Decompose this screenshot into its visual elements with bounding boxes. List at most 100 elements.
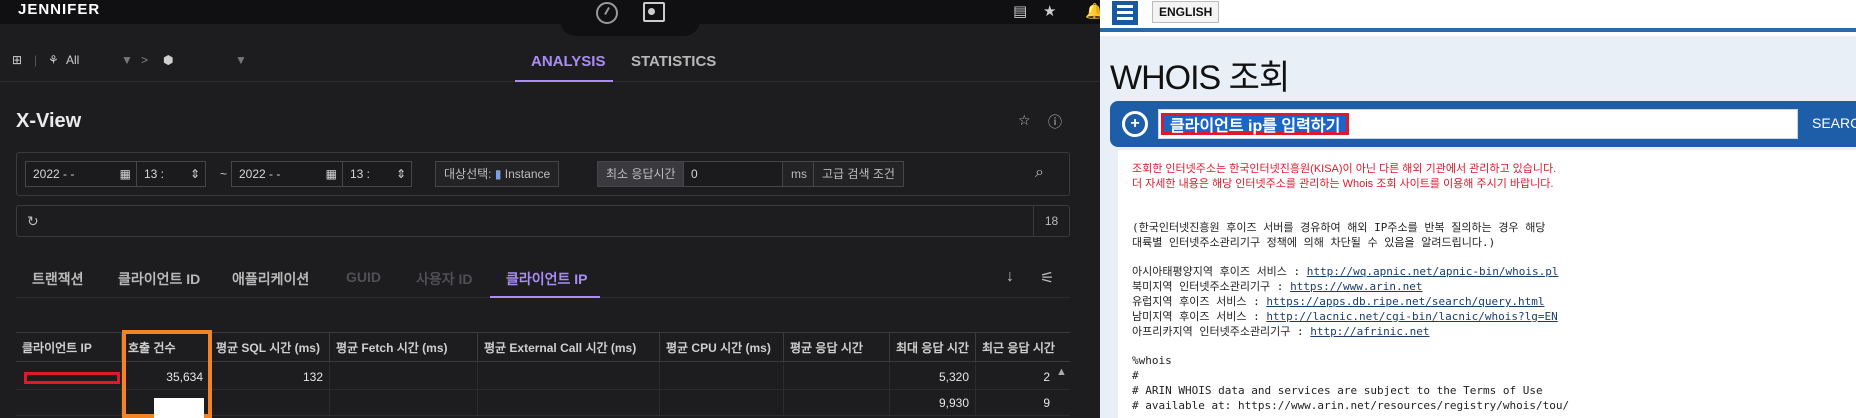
date-to-input[interactable]: 2022 - - ▦ [231,161,343,187]
min-response-label: 최소 응답시간 [597,161,685,187]
subtab-client-ip[interactable]: 클라이언트 IP [506,269,588,289]
whois-search-bar: + 클라이언트 ip를 입력하기 SEARCH [1110,101,1856,147]
cell-avg-cpu [660,390,784,416]
instance-icon: ▮ [494,167,502,181]
dashboard-icon[interactable] [643,2,665,22]
scope-selector[interactable]: All [66,53,79,67]
cell-max-response: 5,320 [890,364,976,390]
favorite-icon[interactable]: ☆ [1018,112,1031,129]
search-button[interactable]: SEARCH [1812,115,1856,131]
cell-avg-external [478,364,660,390]
col-avg-response[interactable]: 평균 응답 시간 [784,333,890,363]
refresh-bar: ↻ 18 [16,205,1070,237]
registry-apnic: 아시아태평양지역 후이즈 서비스 : http://wq.apnic.net/a… [1132,265,1559,278]
column-settings-icon[interactable]: ⚟ [1040,268,1054,288]
active-subtab-indicator [490,296,600,298]
whois-result: 조회한 인터넷주소는 한국인터넷진흥원(KISA)이 아닌 다른 해외 기관에서… [1118,150,1856,418]
info-line: 대륙별 인터넷주소관리기구 정책에 의해 차단될 수 있음을 알려드립니다.) [1132,236,1496,249]
jennifer-pane: JENNIFER ▤ ★ 🔔 ⊞ | ⚘ All ▼ > ⬢ ▼ ANALYSI… [0,0,1100,418]
help-icon[interactable]: ⓘ [1048,112,1062,132]
notice-line: 더 자세한 내용은 해당 인터넷주소를 관리하는 Whois 조회 사이트를 이… [1132,178,1554,190]
calendar-icon: ▦ [119,167,131,181]
redaction-mask [154,398,204,418]
refresh-icon[interactable]: ↻ [27,213,39,230]
arin-link[interactable]: https://www.arin.net [1290,280,1422,293]
tab-analysis[interactable]: ANALYSIS [531,53,605,70]
cell-recent-response: 2 [1043,370,1050,384]
raw-line: %whois [1132,354,1172,367]
raw-line: # available at: https://www.arin.net/res… [1132,399,1570,412]
sub-tabs: 트랜잭션 클라이언트 ID 애플리케이션 GUID 사용자 ID 클라이언트 I… [16,258,1070,298]
zoom-in-icon: + [1122,111,1148,137]
col-recent-response[interactable]: 최근 응답 시간 [976,333,1070,363]
cell-max-response: 9,930 [890,390,976,416]
sitemap-icon[interactable]: ⊞ [12,53,22,67]
top-center-tools [560,0,700,36]
result-count: 18 [1033,206,1069,236]
target-selector[interactable]: 대상선택: ▮ Instance [435,161,560,187]
col-avg-external[interactable]: 평균 External Call 시간 (ms) [478,333,660,363]
notice-line: 조회한 인터넷주소는 한국인터넷진흥원(KISA)이 아닌 다른 해외 기관에서… [1132,163,1557,175]
registry-lacnic: 남미지역 후이즈 서비스 : http://lacnic.net/cgi-bin… [1132,310,1558,323]
raw-line: # [1132,369,1139,382]
cell-client-ip [16,364,122,390]
gauge-icon[interactable] [596,2,618,24]
date-from-input[interactable]: 2022 - - ▦ [25,161,137,187]
domain-icon: ⚘ [48,53,59,67]
chevron-down-icon[interactable]: ▼ [121,53,133,67]
registry-arin: 북미지역 인터넷주소관리기구 : https://www.arin.net [1132,280,1423,293]
top-bar: JENNIFER ▤ ★ 🔔 [0,0,1100,24]
whois-search-input[interactable]: 클라이언트 ip를 입력하기 [1158,109,1798,139]
time-to-input[interactable]: 13 : ⇕ [342,161,412,187]
subtab-application[interactable]: 애플리케이션 [232,269,309,289]
col-avg-sql[interactable]: 평균 SQL 시간 (ms) [210,333,330,363]
subtab-client-id[interactable]: 클라이언트 ID [118,269,200,289]
whois-pane: ENGLISH WHOIS 조회 + 클라이언트 ip를 입력하기 SEARCH… [1100,0,1856,418]
tab-statistics[interactable]: STATISTICS [631,53,716,70]
col-avg-fetch[interactable]: 평균 Fetch 시간 (ms) [330,333,478,363]
min-response-unit: ms [782,161,816,187]
min-response-input[interactable]: 0 [683,161,783,187]
menu-icon[interactable] [1112,1,1138,25]
subtab-transaction[interactable]: 트랜잭션 [32,269,84,289]
active-tab-indicator [515,80,613,82]
ripe-link[interactable]: https://apps.db.ripe.net/search/query.ht… [1266,295,1544,308]
time-from-input[interactable]: 13 : ⇕ [136,161,206,187]
download-icon[interactable]: ↓ [1006,268,1014,286]
cell-avg-response [784,364,890,390]
app-logo: JENNIFER [18,1,101,18]
cell-avg-sql [210,390,330,416]
advanced-search-button[interactable]: 고급 검색 조건 [813,161,904,187]
page-title: WHOIS 조회 [1110,59,1290,97]
subtab-user-id: 사용자 ID [416,271,473,287]
search-panel: 2022 - - ▦ 13 : ⇕ ~ 2022 - - ▦ 13 : ⇕ 대상선택: … [16,152,1070,196]
cell-avg-response [784,390,890,416]
bell-icon[interactable]: 🔔 [1085,2,1100,20]
calendar-icon: ▦ [325,167,337,181]
lacnic-link[interactable]: http://lacnic.net/cgi-bin/lacnic/whois?l… [1266,310,1557,323]
instance-icon: ⬢ [163,53,174,67]
cell-avg-fetch [330,390,478,416]
col-max-response[interactable]: 최대 응답 시간 [890,333,976,363]
chevron-down-icon[interactable]: ▼ [235,53,247,67]
apnic-link[interactable]: http://wq.apnic.net/apnic-bin/whois.pl [1307,265,1559,278]
cell-client-ip [16,390,122,416]
scroll-up-icon[interactable]: ▲ [1056,366,1067,378]
page-title: X-View [16,110,82,132]
language-button[interactable]: ENGLISH [1152,1,1220,23]
cell-avg-fetch [330,364,478,390]
stepper-icon: ⇕ [395,167,406,181]
cell-avg-sql: 132 [210,364,330,390]
search-icon[interactable]: ⌕ [1035,164,1044,182]
subtab-guid: GUID [346,269,381,285]
cell-avg-cpu [660,364,784,390]
divider: | [34,53,38,67]
star-icon[interactable]: ★ [1043,2,1056,20]
col-client-ip[interactable]: 클라이언트 IP [16,333,122,363]
whois-top-bar: ENGLISH [1100,0,1856,32]
registry-ripe: 유럽지역 후이즈 서비스 : https://apps.db.ripe.net/… [1132,295,1545,308]
afrinic-link[interactable]: http://afrinic.net [1310,325,1429,338]
col-avg-cpu[interactable]: 평균 CPU 시간 (ms) [660,333,784,363]
info-line: (한국인터넷진흥원 후이즈 서버를 경유하여 해외 IP주소를 반복 질의하는 … [1132,221,1546,234]
report-icon[interactable]: ▤ [1013,2,1027,20]
